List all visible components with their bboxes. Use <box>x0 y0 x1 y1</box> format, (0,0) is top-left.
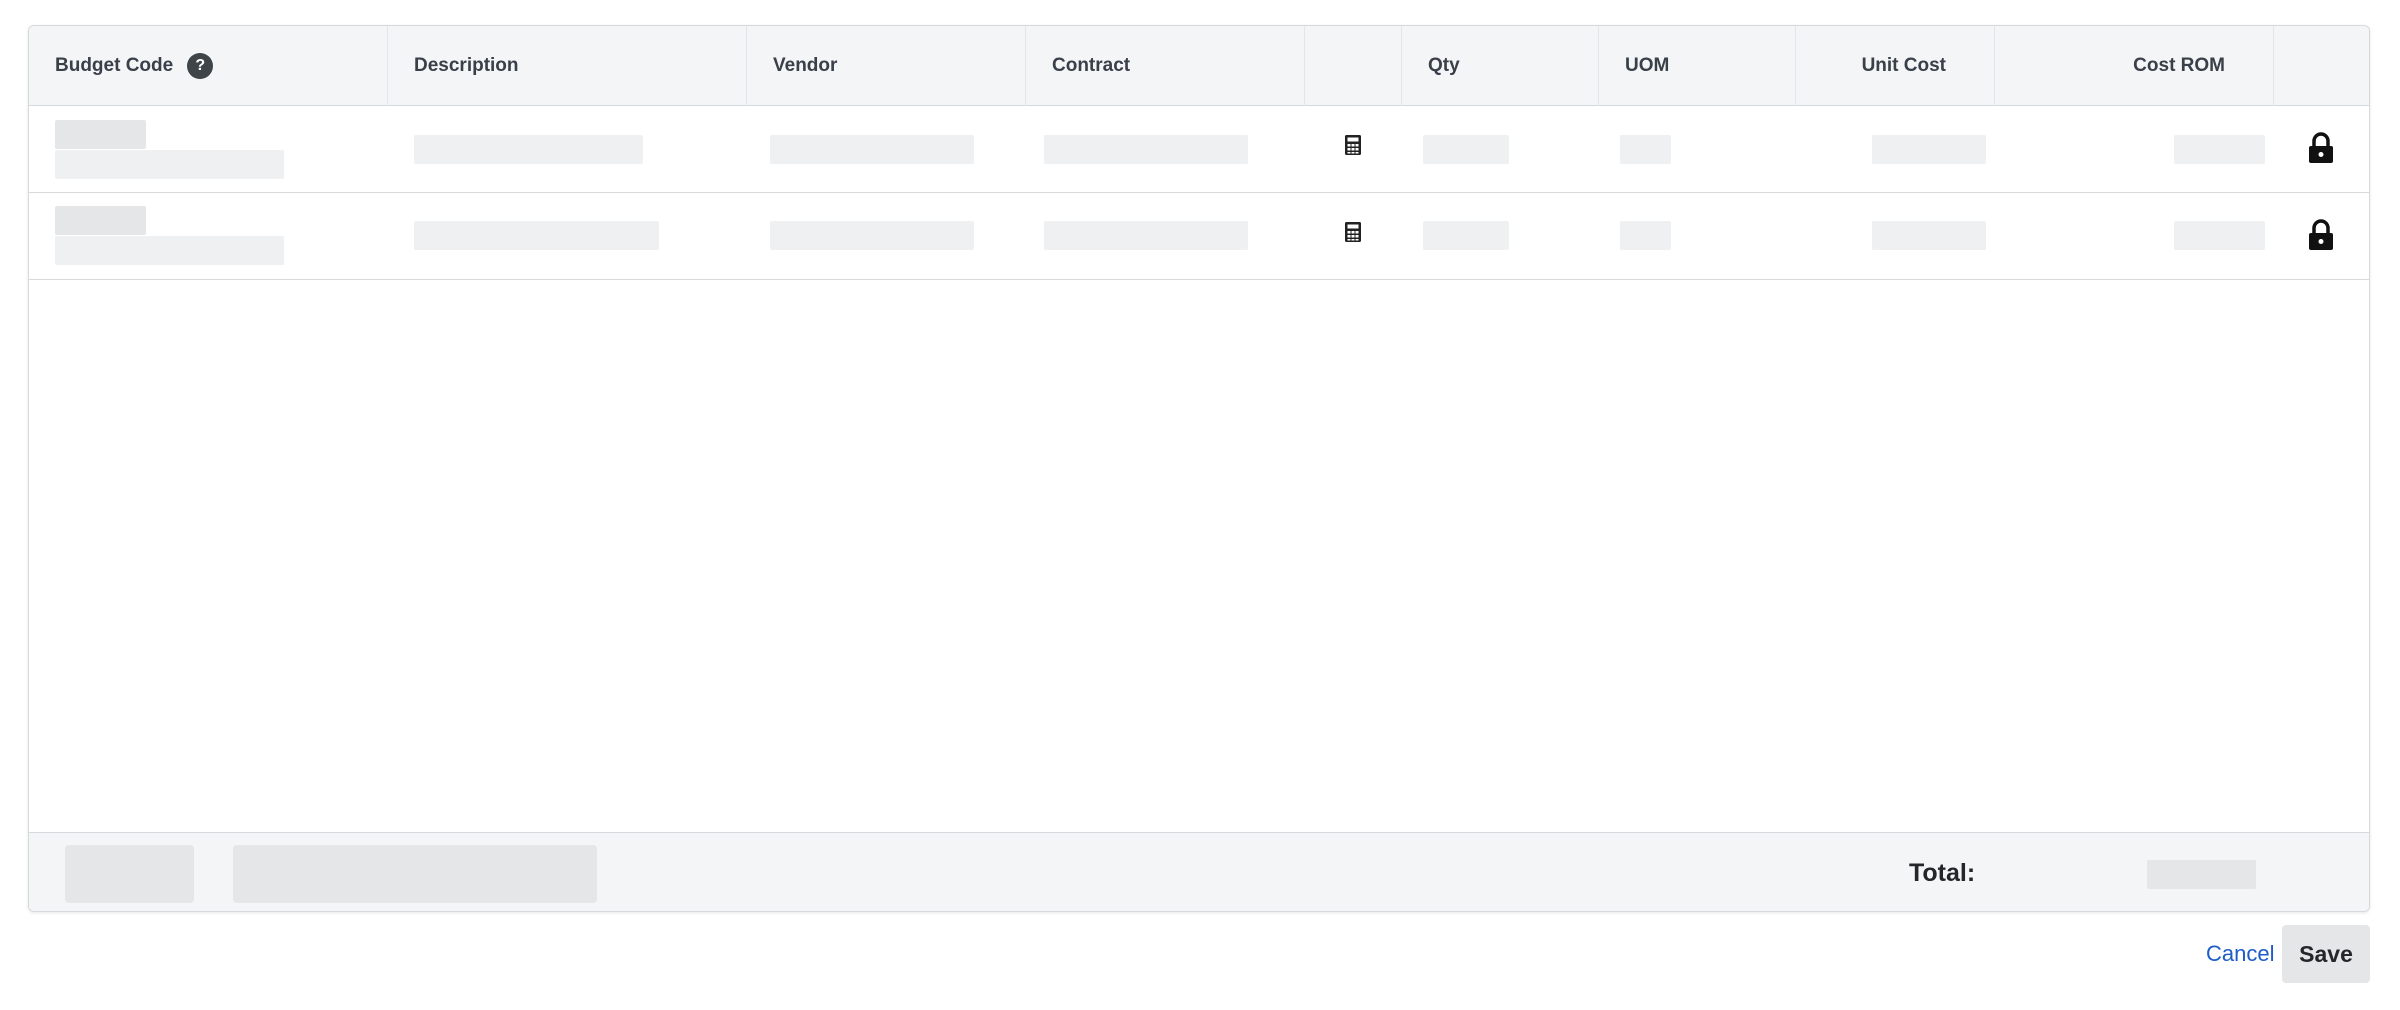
column-header-unit-cost: Unit Cost <box>1796 26 1995 106</box>
unit-cost-placeholder <box>1872 135 1986 164</box>
table-row[interactable] <box>29 193 2369 280</box>
budget-code-sub-placeholder <box>55 236 284 265</box>
footer-action-placeholder-wide[interactable] <box>233 845 597 903</box>
column-header-cost-rom: Cost ROM <box>1995 26 2274 106</box>
column-label: Budget Code <box>55 55 174 76</box>
lock-icon[interactable] <box>2307 132 2335 164</box>
uom-placeholder <box>1620 221 1671 250</box>
budget-code-sub-placeholder <box>55 150 284 179</box>
save-button[interactable]: Save <box>2282 925 2370 983</box>
cancel-button[interactable]: Cancel <box>2206 925 2274 983</box>
budget-code-placeholder <box>55 120 146 149</box>
line-items-panel: Budget Code ? Description Vendor Contrac… <box>28 25 2370 912</box>
column-header-lock <box>2274 26 2369 106</box>
help-icon[interactable]: ? <box>187 53 214 79</box>
footer-action-placeholder[interactable] <box>65 845 194 903</box>
column-header-budget-code: Budget Code ? <box>29 26 388 106</box>
calculator-icon[interactable] <box>1344 134 1362 156</box>
column-header-description: Description <box>388 26 747 106</box>
description-placeholder <box>414 135 643 164</box>
column-label: UOM <box>1625 55 1670 76</box>
description-placeholder <box>414 221 659 250</box>
cost-rom-placeholder <box>2174 221 2265 250</box>
column-label: Description <box>414 55 519 76</box>
column-header-contract: Contract <box>1026 26 1305 106</box>
table-footer: Total: <box>29 832 2369 911</box>
column-label: Cost ROM <box>2133 55 2225 76</box>
table-header: Budget Code ? Description Vendor Contrac… <box>29 26 2369 106</box>
budget-code-placeholder <box>55 206 146 235</box>
lock-icon[interactable] <box>2307 219 2335 251</box>
cost-rom-placeholder <box>2174 135 2265 164</box>
column-label: Vendor <box>773 55 838 76</box>
vendor-placeholder <box>770 221 974 250</box>
contract-placeholder <box>1044 221 1248 250</box>
table-row[interactable] <box>29 106 2369 193</box>
uom-placeholder <box>1620 135 1671 164</box>
column-header-vendor: Vendor <box>747 26 1026 106</box>
qty-placeholder <box>1423 135 1509 164</box>
contract-placeholder <box>1044 135 1248 164</box>
column-label: Contract <box>1052 55 1131 76</box>
total-value-placeholder <box>2147 860 2256 889</box>
column-header-uom: UOM <box>1599 26 1796 106</box>
total-label: Total: <box>1909 859 1976 887</box>
column-label: Qty <box>1428 55 1460 76</box>
column-header-calc <box>1305 26 1402 106</box>
qty-placeholder <box>1423 221 1509 250</box>
calculator-icon[interactable] <box>1344 221 1362 243</box>
column-header-qty: Qty <box>1402 26 1599 106</box>
unit-cost-placeholder <box>1872 221 1986 250</box>
column-label: Unit Cost <box>1861 55 1946 76</box>
vendor-placeholder <box>770 135 974 164</box>
